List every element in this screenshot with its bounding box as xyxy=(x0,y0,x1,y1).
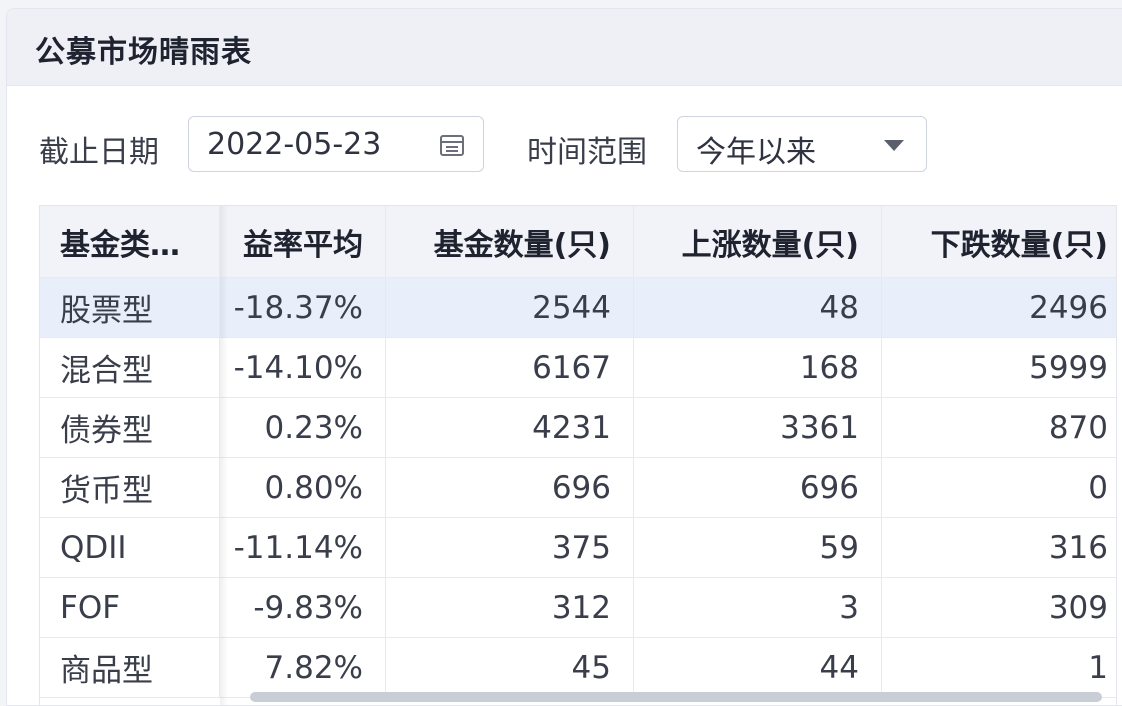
cell-down-count: 2496 xyxy=(1029,289,1108,326)
cell-fund-count: 6167 xyxy=(386,338,634,397)
table-row[interactable]: 债券型 0.23% 4231 3361 870 xyxy=(40,398,1116,458)
fund-table: 基金类… 益率平均 基金数量(只) 上涨数量(只) 下跌数量(只) 股票型 -1… xyxy=(39,205,1117,705)
header-down-count[interactable]: 下跌数量(只) xyxy=(882,206,1116,277)
cell-fund-count: 312 xyxy=(386,578,634,637)
cell-up-count: 3361 xyxy=(634,398,882,457)
cell-down-count: 316 xyxy=(1048,529,1108,566)
header-fund-type[interactable]: 基金类… xyxy=(40,206,220,277)
cell-fund-type: 货币型 xyxy=(40,458,220,517)
table-row[interactable]: 股票型 -18.37% 2544 48 2496 xyxy=(40,278,1116,338)
range-label: 时间范围 xyxy=(527,135,647,170)
cell-down-count: 1 xyxy=(1088,649,1108,686)
cell-down-count: 5999 xyxy=(1029,349,1108,386)
cell-down-count: 309 xyxy=(1048,589,1108,626)
range-select[interactable]: 今年以来 xyxy=(677,116,927,172)
cell-fund-count: 4231 xyxy=(386,398,634,457)
calendar-icon[interactable] xyxy=(439,132,465,158)
table-row[interactable]: QDII -11.14% 375 59 316 xyxy=(40,518,1116,578)
panel-header: 公募市场晴雨表 xyxy=(7,9,1122,86)
cell-up-count: 44 xyxy=(634,638,882,697)
table-header-row: 基金类… 益率平均 基金数量(只) 上涨数量(只) 下跌数量(只) xyxy=(40,206,1116,278)
caret-down-icon[interactable] xyxy=(884,140,904,151)
date-label: 截止日期 xyxy=(39,135,159,170)
cell-up-count: 696 xyxy=(634,458,882,517)
cell-down-count: 0 xyxy=(1088,469,1108,506)
cell-fund-count: 45 xyxy=(386,638,634,697)
cell-fund-type: 股票型 xyxy=(40,278,220,337)
cell-fund-type: FOF xyxy=(40,578,220,637)
cell-fund-type: 商品型 xyxy=(40,638,220,697)
cell-fund-count: 375 xyxy=(386,518,634,577)
cell-fund-count: 2544 xyxy=(386,278,634,337)
cell-down-count: 870 xyxy=(1048,409,1108,446)
cell-avg-return: -11.14% xyxy=(220,518,386,577)
cell-fund-type: QDII xyxy=(40,518,220,577)
cell-avg-return: 0.80% xyxy=(220,458,386,517)
table-row[interactable]: 混合型 -14.10% 6167 168 5999 xyxy=(40,338,1116,398)
cell-up-count: 48 xyxy=(634,278,882,337)
table-row[interactable]: FOF -9.83% 312 3 309 xyxy=(40,578,1116,638)
table-row[interactable]: 商品型 7.82% 45 44 1 xyxy=(40,638,1116,698)
cell-avg-return: -9.83% xyxy=(220,578,386,637)
cell-fund-type: 混合型 xyxy=(40,338,220,397)
cell-up-count: 168 xyxy=(634,338,882,397)
header-fund-count[interactable]: 基金数量(只) xyxy=(386,206,634,277)
cell-avg-return: 7.82% xyxy=(220,638,386,697)
cell-fund-count: 696 xyxy=(386,458,634,517)
panel-title: 公募市场晴雨表 xyxy=(35,35,252,70)
cell-avg-return: 0.23% xyxy=(220,398,386,457)
cell-avg-return: -14.10% xyxy=(220,338,386,397)
cell-fund-type: 债券型 xyxy=(40,398,220,457)
cell-up-count: 59 xyxy=(634,518,882,577)
cell-up-count: 3 xyxy=(634,578,882,637)
table-row[interactable]: 货币型 0.80% 696 696 0 xyxy=(40,458,1116,518)
cell-avg-return: -18.37% xyxy=(220,278,386,337)
range-value[interactable]: 今年以来 xyxy=(696,127,816,171)
date-picker[interactable]: 2022-05-23 xyxy=(188,116,484,172)
header-up-count[interactable]: 上涨数量(只) xyxy=(634,206,882,277)
date-value[interactable]: 2022-05-23 xyxy=(207,127,381,162)
market-barometer-panel: 公募市场晴雨表 截止日期 2022-05-23 时间范围 今年以来 基金类… 益… xyxy=(6,8,1122,706)
header-avg-return[interactable]: 益率平均 xyxy=(220,206,386,277)
horizontal-scrollbar[interactable] xyxy=(250,692,1102,702)
